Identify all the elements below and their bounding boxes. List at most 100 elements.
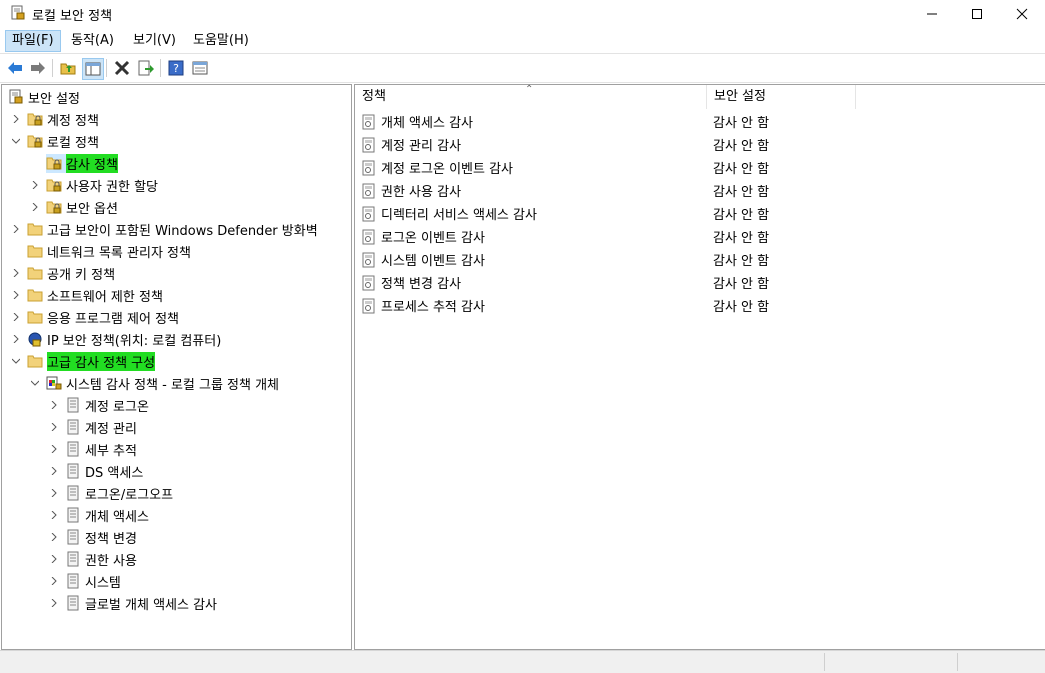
maximize-button[interactable] (954, 0, 1000, 28)
chevron-down-icon[interactable] (10, 135, 22, 147)
chevron-down-icon[interactable] (29, 377, 41, 389)
folder-icon (27, 309, 43, 325)
folder-lock-icon (27, 111, 43, 127)
tree-item-subcategory[interactable]: 세부 추적 (48, 439, 137, 459)
tree-item-public-key[interactable]: 공개 키 정책 (10, 263, 115, 283)
tree-item-subcategory[interactable]: 권한 사용 (48, 549, 137, 569)
tree-item-account-policies[interactable]: 계정 정책 (10, 109, 99, 129)
tree-item-local-policies[interactable]: 로컬 정책 (10, 131, 99, 151)
list-row[interactable]: 시스템 이벤트 감사 감사 안 함 (355, 248, 1045, 270)
tree-item-subcategory[interactable]: DS 액세스 (48, 461, 143, 481)
chevron-right-icon[interactable] (48, 575, 60, 587)
tree-item-subcategory[interactable]: 정책 변경 (48, 527, 137, 547)
tree-label: 소프트웨어 제한 정책 (47, 289, 163, 305)
tree-item-system-audit[interactable]: 시스템 감사 정책 - 로컬 그룹 정책 개체 (29, 373, 279, 393)
chevron-right-icon[interactable] (48, 487, 60, 499)
list-row[interactable]: 계정 관리 감사 감사 안 함 (355, 133, 1045, 155)
tree-item-audit-policy[interactable]: 감사 정책 (29, 153, 118, 173)
tree-item-subcategory[interactable]: 글로벌 개체 액세스 감사 (48, 593, 217, 613)
minimize-button[interactable] (909, 0, 955, 28)
tree-item-ip-security[interactable]: IP 보안 정책(위치: 로컬 컴퓨터) (10, 329, 221, 349)
policy-document-icon (65, 595, 81, 611)
tree-pane[interactable]: 보안 설정 계정 정책 로컬 정책 감사 정책 사용자 권한 할당 보안 옵션 … (1, 84, 352, 650)
chevron-right-icon[interactable] (10, 289, 22, 301)
menu-help[interactable]: 도움말(H) (187, 31, 255, 51)
list-row[interactable]: 정책 변경 감사 감사 안 함 (355, 271, 1045, 293)
tree-item-subcategory[interactable]: 시스템 (48, 571, 121, 591)
close-button[interactable] (999, 0, 1045, 28)
policy-document-icon (65, 529, 81, 545)
tree-item-advanced-audit[interactable]: 고급 감사 정책 구성 (10, 351, 156, 371)
folder-lock-icon (46, 199, 62, 215)
show-hide-tree-icon[interactable] (82, 58, 104, 80)
folder-icon (27, 221, 43, 237)
back-icon[interactable] (5, 58, 25, 78)
tree-item-subcategory[interactable]: 계정 관리 (48, 417, 137, 437)
tree-label: 계정 정책 (47, 113, 99, 129)
folder-icon (27, 287, 43, 303)
folder-icon (27, 353, 43, 369)
chevron-right-icon[interactable] (48, 553, 60, 565)
folder-lock-icon (46, 155, 62, 171)
list-row[interactable]: 디렉터리 서비스 액세스 감사 감사 안 함 (355, 202, 1045, 224)
folder-icon (27, 243, 43, 259)
chevron-right-icon[interactable] (48, 399, 60, 411)
policy-document-icon (65, 397, 81, 413)
tree-item-security-options[interactable]: 보안 옵션 (29, 197, 118, 217)
tree-item-network-list[interactable]: 네트워크 목록 관리자 정책 (10, 241, 191, 261)
tree-label: 개체 액세스 (85, 509, 149, 525)
list-row[interactable]: 프로세스 추적 감사 감사 안 함 (355, 294, 1045, 316)
list-row[interactable]: 로그온 이벤트 감사 감사 안 함 (355, 225, 1045, 247)
chevron-right-icon[interactable] (10, 113, 22, 125)
tree-item-firewall[interactable]: 고급 보안이 포함된 Windows Defender 방화벽 (10, 219, 318, 239)
policy-document-icon (65, 485, 81, 501)
menu-view[interactable]: 보기(V) (127, 31, 182, 51)
chevron-right-icon[interactable] (29, 179, 41, 191)
menu-action[interactable]: 동작(A) (65, 31, 120, 51)
tree-label: 계정 로그온 (85, 399, 149, 415)
chevron-right-icon[interactable] (10, 311, 22, 323)
export-icon[interactable] (136, 58, 156, 78)
security-policy-app-icon (10, 5, 26, 21)
security-settings-icon (8, 89, 24, 105)
tree-label: DS 액세스 (85, 465, 144, 481)
delete-icon[interactable] (112, 58, 132, 78)
chevron-right-icon[interactable] (10, 333, 22, 345)
list-row[interactable]: 계정 로그온 이벤트 감사 감사 안 함 (355, 156, 1045, 178)
policy-document-icon (65, 441, 81, 457)
tree-label: 시스템 감사 정책 - 로컬 그룹 정책 개체 (66, 377, 280, 393)
chevron-right-icon[interactable] (48, 597, 60, 609)
chevron-right-icon[interactable] (48, 465, 60, 477)
tree-item-subcategory[interactable]: 개체 액세스 (48, 505, 149, 525)
tree-item-root[interactable]: 보안 설정 (8, 87, 80, 107)
tree-item-subcategory[interactable]: 로그온/로그오프 (48, 483, 173, 503)
help-icon[interactable]: ? (166, 58, 186, 78)
tree-label: 권한 사용 (85, 553, 137, 569)
column-header-policy[interactable]: 정책 ⌃ (355, 84, 706, 109)
menu-file[interactable]: 파일(F) (5, 30, 61, 52)
forward-icon[interactable] (28, 58, 48, 78)
chevron-right-icon[interactable] (10, 267, 22, 279)
list-row[interactable]: 권한 사용 감사 감사 안 함 (355, 179, 1045, 201)
chevron-down-icon[interactable] (10, 355, 22, 367)
tree-item-user-rights[interactable]: 사용자 권한 할당 (29, 175, 158, 195)
chevron-right-icon[interactable] (48, 443, 60, 455)
up-folder-icon[interactable] (58, 58, 78, 78)
sort-up-icon: ⌃ (525, 84, 534, 95)
tree-item-app-control[interactable]: 응용 프로그램 제어 정책 (10, 307, 179, 327)
chevron-right-icon[interactable] (48, 421, 60, 433)
chevron-right-icon[interactable] (48, 509, 60, 521)
list-row[interactable]: 개체 액세스 감사 감사 안 함 (355, 110, 1045, 132)
svg-text:?: ? (173, 62, 179, 75)
properties-icon[interactable] (190, 58, 210, 78)
chevron-right-icon[interactable] (48, 531, 60, 543)
chevron-right-icon[interactable] (29, 201, 41, 213)
tree-item-subcategory[interactable]: 계정 로그온 (48, 395, 149, 415)
policy-document-icon (65, 419, 81, 435)
tree-label: 고급 보안이 포함된 Windows Defender 방화벽 (47, 223, 318, 239)
tree-item-software-restriction[interactable]: 소프트웨어 제한 정책 (10, 285, 163, 305)
policy-item-icon (361, 137, 377, 153)
list-pane[interactable]: 정책 ⌃ 보안 설정 개체 액세스 감사 감사 안 함 계정 관리 감사 감사 … (354, 84, 1045, 650)
column-header-setting[interactable]: 보안 설정 (707, 85, 854, 109)
chevron-right-icon[interactable] (10, 223, 22, 235)
